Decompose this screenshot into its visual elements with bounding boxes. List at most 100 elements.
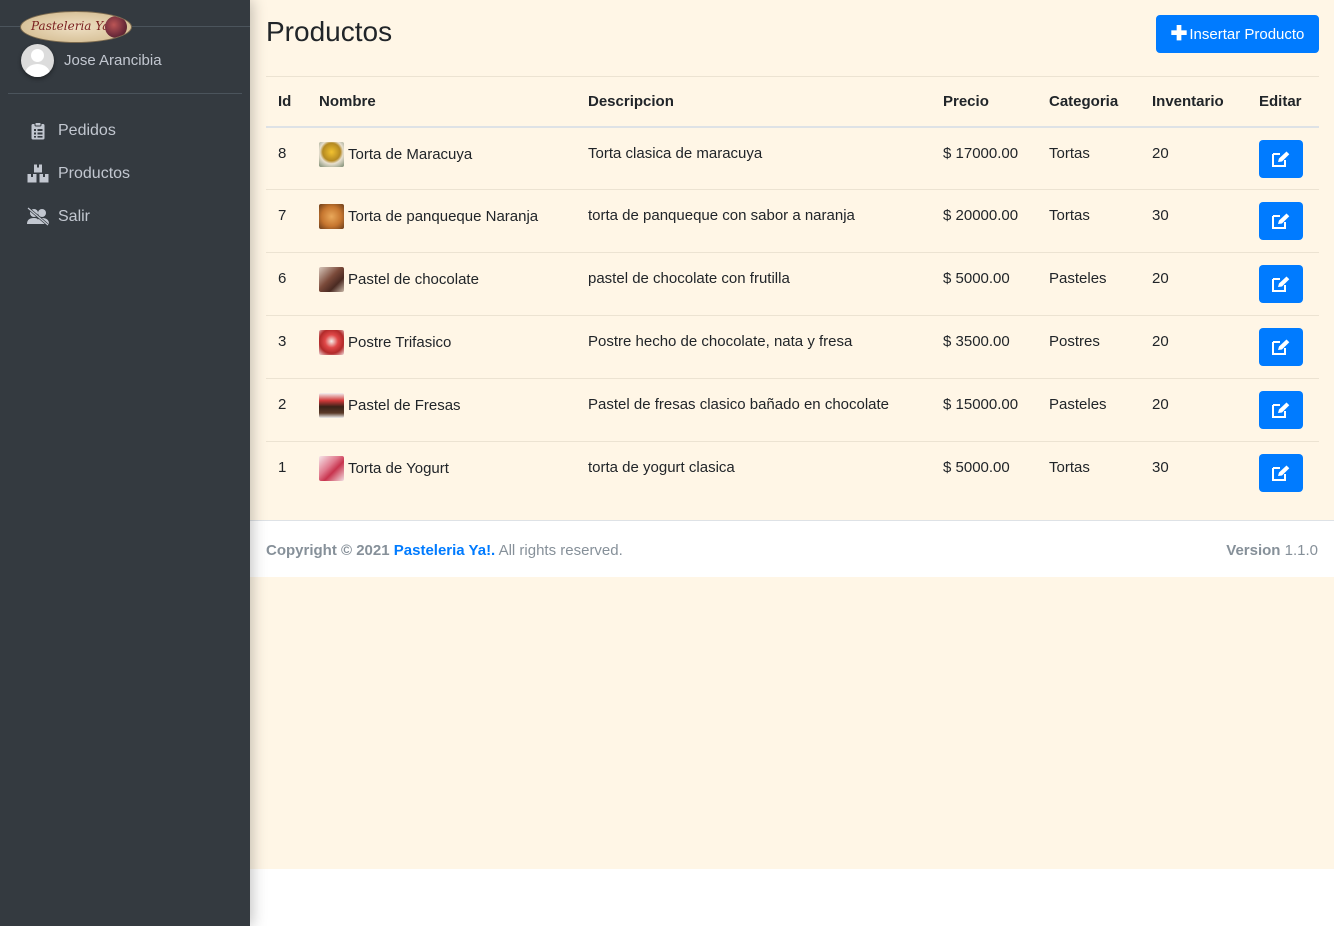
cell-description: Torta clasica de maracuya <box>576 126 931 190</box>
cell-stock: 20 <box>1140 252 1247 316</box>
cell-id: 1 <box>266 441 307 505</box>
cell-id: 8 <box>266 126 307 190</box>
cell-description: torta de panqueque con sabor a naranja <box>576 189 931 253</box>
table-row: 1 Torta de Yogurt torta de yogurt clasic… <box>266 441 1319 505</box>
cell-category: Tortas <box>1037 441 1140 505</box>
sidebar-item-pedidos[interactable]: Pedidos <box>8 109 242 152</box>
table-row: 7 Torta de panqueque Naranja torta de pa… <box>266 189 1319 253</box>
cell-price: $ 5000.00 <box>931 252 1037 316</box>
product-thumbnail <box>319 456 344 481</box>
cell-stock: 30 <box>1140 441 1247 505</box>
cell-category: Tortas <box>1037 189 1140 253</box>
cell-description: torta de yogurt clasica <box>576 441 931 505</box>
edit-icon <box>1272 213 1290 229</box>
edit-button[interactable] <box>1259 454 1303 492</box>
cell-name: Torta de panqueque Naranja <box>307 189 576 253</box>
col-id-header: Id <box>266 76 307 128</box>
brand-logo-text: Pasteleria Ya! <box>31 19 115 33</box>
product-name: Pastel de chocolate <box>348 271 479 288</box>
cell-edit <box>1247 189 1319 253</box>
cell-id: 2 <box>266 378 307 442</box>
sidebar-item-salir[interactable]: Salir <box>8 195 242 238</box>
col-inventario-header: Inventario <box>1140 76 1247 128</box>
cell-category: Pasteles <box>1037 252 1140 316</box>
cell-edit <box>1247 126 1319 190</box>
cell-description: Pastel de fresas clasico bañado en choco… <box>576 378 931 442</box>
user-name[interactable]: Jose Arancibia <box>64 52 162 69</box>
cell-edit <box>1247 252 1319 316</box>
cell-description: Postre hecho de chocolate, nata y fresa <box>576 315 931 379</box>
avatar <box>21 44 54 77</box>
cell-category: Pasteles <box>1037 378 1140 442</box>
cell-edit <box>1247 315 1319 379</box>
footer-version: Version 1.1.0 <box>1226 542 1318 559</box>
page-title: Productos <box>266 16 393 47</box>
product-name: Torta de Maracuya <box>348 145 473 163</box>
plus-icon: ✚ <box>1170 23 1188 45</box>
edit-icon <box>1272 402 1290 418</box>
cell-stock: 30 <box>1140 189 1247 253</box>
user-slash-icon <box>26 207 50 227</box>
table-row: 8 Torta de Maracuya Torta clasica de mar… <box>266 126 1319 190</box>
sidebar-item-label: Productos <box>58 164 131 182</box>
cell-price: $ 17000.00 <box>931 126 1037 190</box>
cell-stock: 20 <box>1140 126 1247 190</box>
sidebar-item-productos[interactable]: Productos <box>8 152 242 195</box>
footer-brand-link[interactable]: Pasteleria Ya!. <box>394 542 495 559</box>
product-name: Torta de panqueque Naranja <box>348 208 539 225</box>
edit-button[interactable] <box>1259 202 1303 240</box>
edit-icon <box>1272 339 1290 355</box>
product-thumbnail <box>319 267 344 292</box>
cell-stock: 20 <box>1140 378 1247 442</box>
table-row: 3 Postre Trifasico Postre hecho de choco… <box>266 315 1319 379</box>
boxes-icon <box>26 164 50 184</box>
cell-category: Postres <box>1037 315 1140 379</box>
product-thumbnail <box>319 204 344 229</box>
cell-name: Pastel de Fresas <box>307 378 576 442</box>
footer: Copyright © 2021 Pasteleria Ya!. All rig… <box>250 520 1334 577</box>
cell-stock: 20 <box>1140 315 1247 379</box>
table-row: 2 Pastel de Fresas Pastel de fresas clas… <box>266 378 1319 442</box>
product-thumbnail <box>319 330 344 355</box>
sidebar-item-label: Salir <box>58 207 91 225</box>
cell-id: 3 <box>266 315 307 379</box>
col-descripcion-header: Descripcion <box>576 76 931 128</box>
product-name: Torta de Yogurt <box>348 460 449 477</box>
cake-icon <box>105 16 127 38</box>
sidebar-nav: Pedidos Productos Salir <box>8 109 242 238</box>
sidebar-item-label: Pedidos <box>58 121 116 139</box>
cell-edit <box>1247 441 1319 505</box>
rights-text: All rights reserved. <box>495 542 623 559</box>
main-content: Productos ✚ Insertar Producto Id Nombre … <box>250 0 1334 869</box>
cell-edit <box>1247 378 1319 442</box>
col-nombre-header: Nombre <box>307 76 576 128</box>
cell-name: Torta de Maracuya <box>307 126 576 190</box>
col-editar-header: Editar <box>1247 76 1319 128</box>
edit-button[interactable] <box>1259 265 1303 303</box>
brand-logo[interactable]: Pasteleria Ya! <box>20 11 132 43</box>
product-thumbnail <box>319 393 344 418</box>
sidebar: Pasteleria Ya! Jose Arancibia Pedidos Pr… <box>0 0 250 926</box>
product-name: Pastel de Fresas <box>348 397 461 414</box>
edit-button[interactable] <box>1259 139 1303 178</box>
products-table: Id Nombre Descripcion Precio Categoria I… <box>266 76 1319 505</box>
cell-id: 6 <box>266 252 307 316</box>
footer-copyright: Copyright © 2021 Pasteleria Ya!. All rig… <box>266 542 623 559</box>
edit-icon <box>1272 465 1290 481</box>
cell-name: Postre Trifasico <box>307 315 576 379</box>
version-label: Version <box>1226 542 1281 559</box>
edit-button[interactable] <box>1259 391 1303 429</box>
cell-name: Torta de Yogurt <box>307 441 576 505</box>
insert-product-label: Insertar Producto <box>1189 25 1305 43</box>
copyright-text: Copyright © 2021 <box>266 542 390 559</box>
insert-product-button[interactable]: ✚ Insertar Producto <box>1156 15 1319 53</box>
table-header-row: Id Nombre Descripcion Precio Categoria I… <box>266 76 1319 128</box>
edit-button[interactable] <box>1259 328 1303 366</box>
clipboard-icon <box>26 121 50 141</box>
cell-price: $ 5000.00 <box>931 441 1037 505</box>
cell-description: pastel de chocolate con frutilla <box>576 252 931 316</box>
cell-price: $ 3500.00 <box>931 315 1037 379</box>
product-name: Postre Trifasico <box>348 334 452 351</box>
edit-icon <box>1272 276 1290 292</box>
cell-name: Pastel de chocolate <box>307 252 576 316</box>
